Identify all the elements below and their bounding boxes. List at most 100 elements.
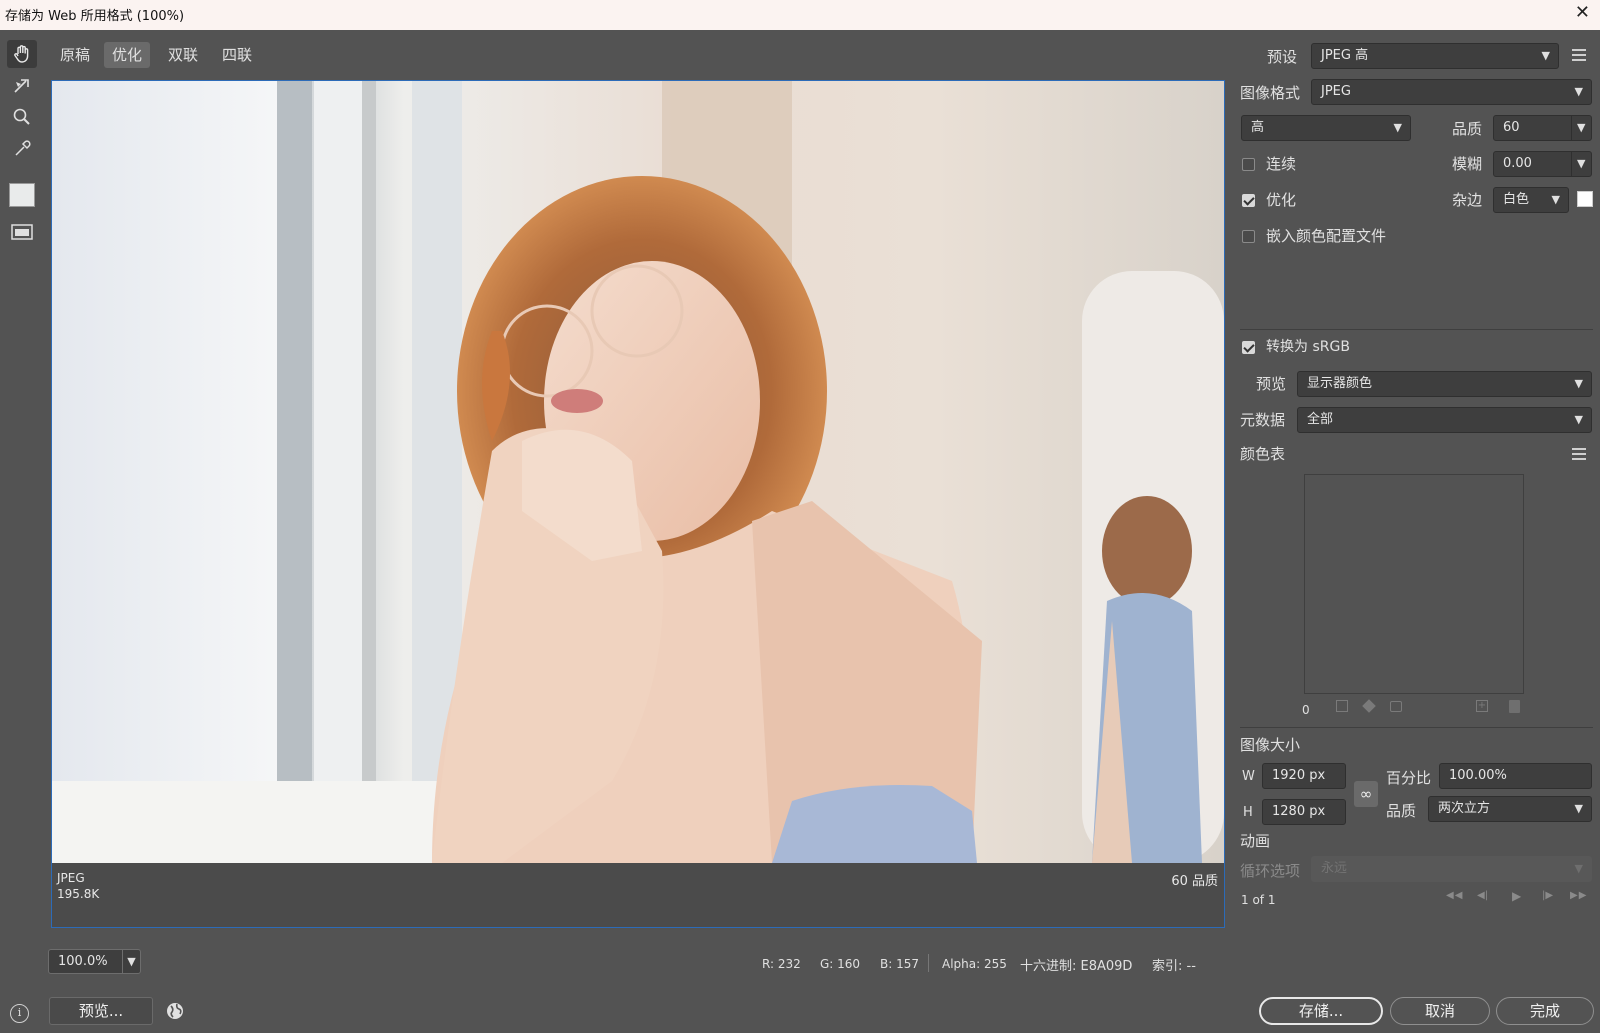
chevron-down-icon: ▼ [1574, 802, 1583, 815]
chevron-down-icon: ▼ [1574, 377, 1583, 390]
matte-label: 杂边 [1452, 191, 1483, 209]
embed-profile-checkbox[interactable] [1242, 230, 1255, 243]
color-preview-select[interactable]: 显示器颜色 ▼ [1297, 371, 1592, 397]
metadata-value: 全部 [1307, 412, 1334, 427]
resample-quality-label: 品质 [1386, 802, 1417, 820]
blur-value: 0.00 [1503, 156, 1532, 171]
chevron-down-icon: ▼ [1574, 413, 1583, 426]
quality-value: 60 [1503, 120, 1520, 135]
prev-frame-icon[interactable]: ◀| [1477, 890, 1488, 901]
image-format-label: 图像格式 [1240, 84, 1301, 102]
embed-profile-label: 嵌入颜色配置文件 [1266, 227, 1387, 245]
play-icon[interactable]: ▶ [1512, 889, 1521, 903]
chevron-down-icon[interactable]: ▼ [1571, 116, 1591, 140]
status-r: R: 232 [762, 957, 801, 971]
save-button[interactable]: 存储... [1259, 997, 1383, 1025]
preview-image[interactable] [52, 81, 1224, 863]
percent-input[interactable]: 100.00% [1439, 763, 1592, 789]
cube-icon[interactable] [1362, 699, 1376, 713]
animation-label: 动画 [1240, 832, 1271, 850]
progressive-checkbox[interactable] [1242, 158, 1255, 171]
preview-info: JPEG 195.8K [57, 870, 99, 902]
web-snap-icon[interactable] [1336, 700, 1348, 712]
divider [1240, 727, 1593, 728]
image-format-value: JPEG [1321, 84, 1351, 99]
first-frame-icon[interactable]: ◀◀ [1446, 890, 1463, 901]
matte-value: 白色 [1503, 192, 1530, 207]
close-icon[interactable]: ✕ [1575, 2, 1590, 23]
preset-label: 预设 [1267, 48, 1298, 66]
trash-icon[interactable] [1509, 700, 1520, 713]
optimized-checkbox[interactable] [1242, 194, 1255, 207]
width-input[interactable]: 1920 px [1262, 763, 1346, 789]
quality-level-select[interactable]: 高 ▼ [1241, 115, 1411, 141]
preset-select[interactable]: JPEG 高 ▼ [1311, 43, 1559, 69]
window-titlebar: 存储为 Web 所用格式 (100%) ✕ [0, 0, 1600, 30]
preview-quality: 60 品质 [1171, 874, 1218, 889]
preset-value: JPEG 高 [1321, 48, 1369, 63]
tab-original[interactable]: 原稿 [52, 42, 98, 68]
chevron-down-icon: ▼ [1393, 121, 1402, 134]
status-b: B: 157 [880, 957, 919, 971]
convert-srgb-label: 转换为 sRGB [1266, 339, 1350, 355]
preview-button[interactable]: 预览... [49, 997, 153, 1025]
eyedropper-icon[interactable] [7, 135, 37, 163]
color-table-label: 颜色表 [1240, 445, 1286, 463]
chevron-down-icon: ▼ [1541, 49, 1550, 62]
width-value: 1920 px [1272, 768, 1326, 783]
width-label: W [1242, 769, 1255, 784]
chevron-down-icon: ▼ [1551, 193, 1560, 206]
color-table-count: 0 [1302, 703, 1310, 717]
matte-select[interactable]: 白色 ▼ [1493, 187, 1569, 213]
zoom-dropdown-icon[interactable]: ▼ [122, 949, 141, 974]
loop-options-select[interactable]: 永远 ▼ [1311, 856, 1592, 882]
done-button[interactable]: 完成 [1496, 997, 1594, 1025]
resample-quality-select[interactable]: 两次立方 ▼ [1428, 796, 1592, 822]
quality-input[interactable]: 60 ▼ [1493, 115, 1592, 141]
hand-icon[interactable] [7, 40, 37, 68]
status-alpha: Alpha: 255 [942, 957, 1007, 971]
height-input[interactable]: 1280 px [1262, 799, 1346, 825]
metadata-select[interactable]: 全部 ▼ [1297, 407, 1592, 433]
color-table[interactable] [1304, 474, 1524, 694]
tab-optimized[interactable]: 优化 [104, 42, 151, 68]
browser-preview-icon[interactable] [165, 1001, 185, 1025]
image-format-select[interactable]: JPEG ▼ [1311, 79, 1592, 105]
preview-filesize: 195.8K [57, 887, 100, 901]
color-table-menu-icon[interactable] [1572, 448, 1586, 463]
zoom-icon[interactable] [7, 103, 37, 131]
zoom-level-value: 100.0% [58, 954, 108, 969]
percent-value: 100.00% [1449, 768, 1507, 783]
height-label: H [1243, 805, 1253, 820]
status-divider [928, 954, 929, 972]
status-hex: 十六进制: E8A09D [1020, 959, 1133, 974]
add-color-icon[interactable]: + [1476, 700, 1488, 712]
status-g: G: 160 [820, 957, 861, 971]
preset-menu-icon[interactable] [1572, 49, 1586, 64]
next-frame-icon[interactable]: |▶ [1542, 890, 1553, 901]
image-size-label: 图像大小 [1240, 736, 1301, 754]
lock-icon[interactable] [1390, 701, 1402, 712]
preview-pane[interactable]: JPEG 195.8K 60 品质 [51, 80, 1225, 928]
quality-level-value: 高 [1251, 120, 1265, 135]
eyedropper-color-icon[interactable] [7, 181, 37, 209]
status-index: 索引: -- [1152, 959, 1196, 974]
tab-2up[interactable]: 双联 [160, 42, 206, 68]
tool-panel [0, 30, 44, 1033]
progressive-label: 连续 [1266, 155, 1297, 173]
info-icon[interactable]: i [10, 1004, 29, 1023]
chevron-down-icon[interactable]: ▼ [1571, 152, 1591, 176]
cancel-button[interactable]: 取消 [1390, 997, 1490, 1025]
link-icon[interactable]: ∞ [1354, 781, 1378, 807]
loop-options-value: 永远 [1321, 861, 1348, 876]
color-preview-value: 显示器颜色 [1307, 376, 1373, 391]
tab-4up[interactable]: 四联 [214, 42, 260, 68]
last-frame-icon[interactable]: ▶▶ [1570, 890, 1587, 901]
convert-srgb-checkbox[interactable] [1242, 341, 1255, 354]
toggle-slices-icon[interactable] [7, 218, 37, 246]
color-preview-label: 预览 [1256, 375, 1287, 393]
slice-select-icon[interactable] [7, 72, 37, 100]
matte-color-swatch[interactable] [1577, 191, 1593, 207]
blur-input[interactable]: 0.00 ▼ [1493, 151, 1592, 177]
preview-format: JPEG [57, 871, 85, 885]
